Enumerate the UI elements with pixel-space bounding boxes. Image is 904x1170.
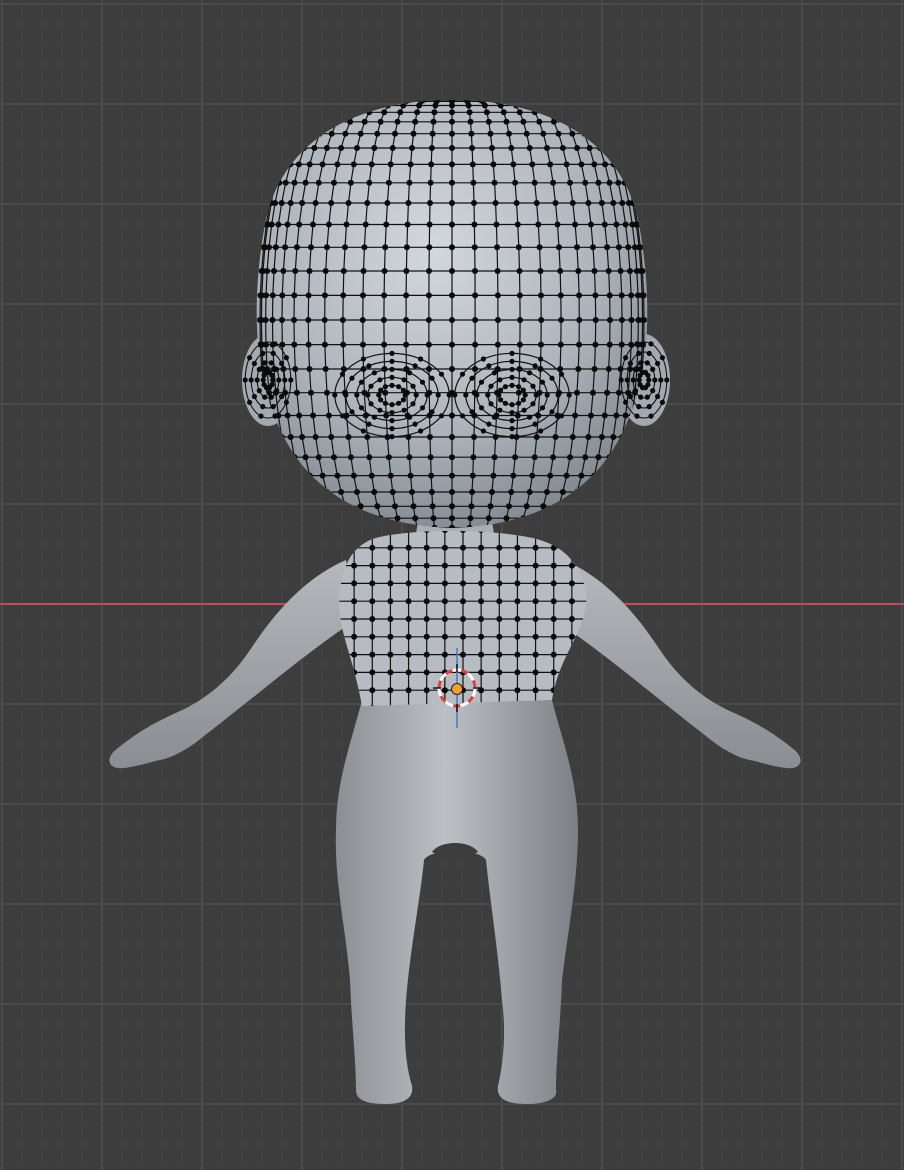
3d-viewport[interactable] [0, 0, 904, 1170]
character-mesh[interactable] [109, 100, 801, 1104]
torso-wireframe [339, 531, 587, 706]
head-wireframe [257, 100, 647, 528]
viewport-canvas[interactable] [0, 0, 904, 1170]
lower-body[interactable] [335, 700, 578, 1104]
object-origin-icon[interactable] [451, 683, 463, 695]
